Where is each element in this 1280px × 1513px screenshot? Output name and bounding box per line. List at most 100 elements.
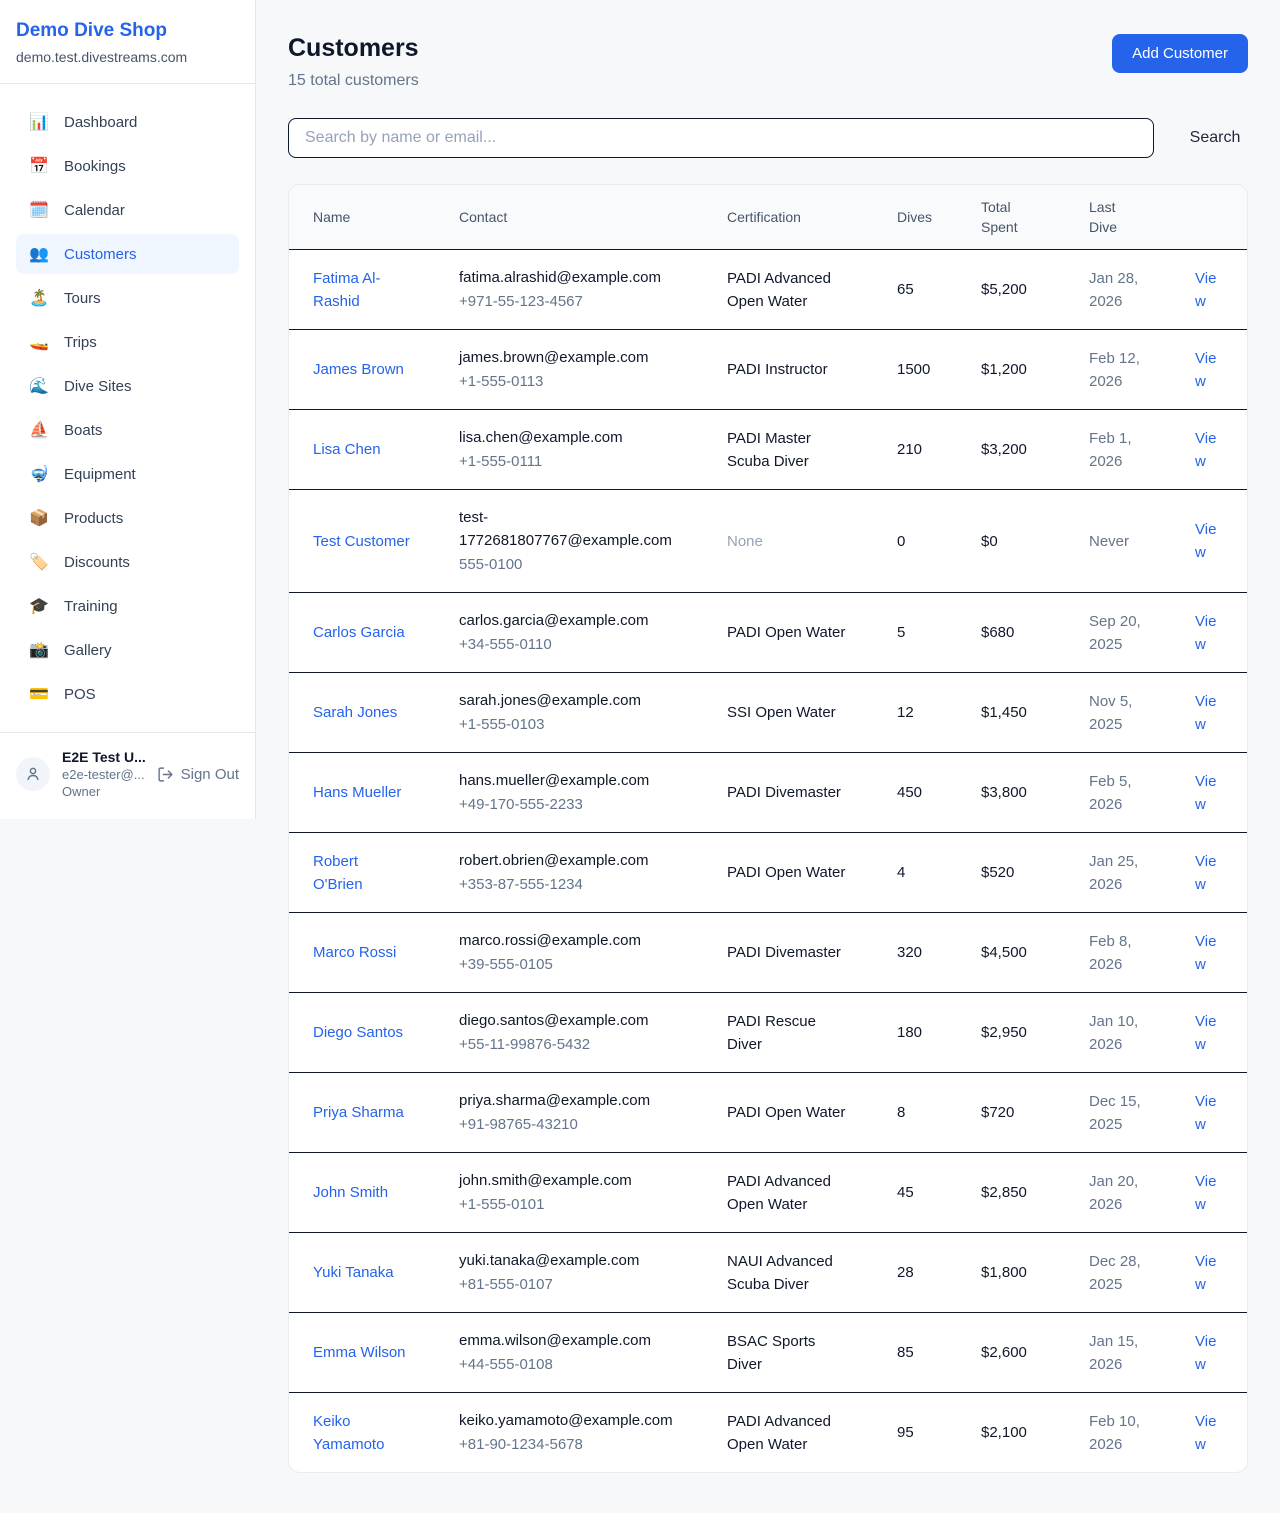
- shop-name: Demo Dive Shop: [16, 20, 239, 42]
- customer-certification: PADI Divemaster: [727, 941, 849, 964]
- sidebar-item-label: Trips: [64, 334, 97, 351]
- sidebar-item-products[interactable]: 📦Products: [16, 498, 239, 538]
- sidebar-item-bookings[interactable]: 📅 Bookings: [16, 146, 239, 186]
- customer-last-dive: Feb 12, 2026: [1065, 330, 1171, 410]
- customer-name-link[interactable]: Lisa Chen: [313, 441, 381, 458]
- customer-dives: 0: [873, 490, 957, 593]
- sidebar-nav: 📊Dashboard 📅 Bookings 🗓️Calendar👥Customers🏝…: [0, 84, 255, 732]
- customer-email: sarah.jones@example.com: [459, 689, 679, 712]
- table-row: Fatima Al-Rashid fatima.alrashid@example.…: [289, 250, 1248, 330]
- customer-last-dive: Dec 15, 2025: [1065, 1073, 1171, 1153]
- search-button[interactable]: Search: [1182, 129, 1248, 147]
- customer-phone: +971-55-123-4567: [459, 290, 679, 313]
- view-customer-link[interactable]: View: [1195, 521, 1216, 561]
- sidebar-item-boats[interactable]: ⛵Boats: [16, 410, 239, 450]
- diving-mask-icon: 🤿: [28, 464, 50, 484]
- sidebar-item-dashboard[interactable]: 📊Dashboard: [16, 102, 239, 142]
- view-customer-link[interactable]: View: [1195, 1333, 1216, 1373]
- sidebar-item-trips[interactable]: 🚤Trips: [16, 322, 239, 362]
- customer-name-link[interactable]: Yuki Tanaka: [313, 1264, 394, 1281]
- customer-dives: 180: [873, 993, 957, 1073]
- customer-name-link[interactable]: Fatima Al-Rashid: [313, 270, 381, 310]
- customer-certification: PADI Advanced Open Water: [727, 267, 849, 313]
- calendar-date-icon: 📅: [28, 156, 50, 176]
- customer-name-link[interactable]: Sarah Jones: [313, 704, 397, 721]
- view-customer-link[interactable]: View: [1195, 270, 1216, 310]
- sidebar-item-discounts[interactable]: 🏷️Discounts: [16, 542, 239, 582]
- sidebar-item-calendar[interactable]: 🗓️Calendar: [16, 190, 239, 230]
- customer-dives: 4: [873, 833, 957, 913]
- customer-name-link[interactable]: Carlos Garcia: [313, 624, 405, 641]
- sidebar-item-gallery[interactable]: 📸Gallery: [16, 630, 239, 670]
- customer-name-link[interactable]: Diego Santos: [313, 1024, 403, 1041]
- view-customer-link[interactable]: View: [1195, 1013, 1216, 1053]
- sidebar-item-tours[interactable]: 🏝️Tours: [16, 278, 239, 318]
- column-header-contact: Contact: [435, 185, 703, 250]
- user-footer: E2E Test U... e2e-tester@... Owner Sign …: [0, 733, 255, 805]
- customer-total-spent: $720: [957, 1073, 1065, 1153]
- customer-name-link[interactable]: Marco Rossi: [313, 944, 396, 961]
- view-customer-link[interactable]: View: [1195, 1173, 1216, 1213]
- search-input[interactable]: [288, 118, 1154, 158]
- logout-icon: [157, 766, 174, 783]
- column-header-last-dive: Last Dive: [1065, 185, 1171, 250]
- view-customer-link[interactable]: View: [1195, 933, 1216, 973]
- add-customer-button[interactable]: Add Customer: [1112, 34, 1248, 73]
- customer-certification: BSAC Sports Diver: [727, 1330, 849, 1376]
- table-row: Robert O'Brienrobert.obrien@example.com+…: [289, 833, 1248, 913]
- view-customer-link[interactable]: View: [1195, 1093, 1216, 1133]
- customer-total-spent: $3,200: [957, 410, 1065, 490]
- customer-phone: +1-555-0101: [459, 1193, 679, 1216]
- customer-name-link[interactable]: Priya Sharma: [313, 1104, 404, 1121]
- table-row: Hans Muellerhans.mueller@example.com+49-…: [289, 753, 1248, 833]
- sidebar-item-pos[interactable]: 💳POS: [16, 674, 239, 714]
- view-customer-link[interactable]: View: [1195, 430, 1216, 470]
- sign-out-button[interactable]: Sign Out: [157, 766, 239, 783]
- customer-dives: 320: [873, 913, 957, 993]
- customer-last-dive: Jan 15, 2026: [1065, 1313, 1171, 1393]
- customer-name-link[interactable]: Test Customer: [313, 533, 410, 550]
- sidebar-item-dive-sites[interactable]: 🌊Dive Sites: [16, 366, 239, 406]
- sidebar-item-customers[interactable]: 👥Customers: [16, 234, 239, 274]
- sidebar-item-label: Dashboard: [64, 114, 137, 131]
- table-row: Yuki Tanakayuki.tanaka@example.com+81-55…: [289, 1233, 1248, 1313]
- table-row: Test Customertest-1772681807767@example.…: [289, 490, 1248, 593]
- customer-name-link[interactable]: James Brown: [313, 361, 404, 378]
- customer-last-dive: Feb 8, 2026: [1065, 913, 1171, 993]
- view-customer-link[interactable]: View: [1195, 693, 1216, 733]
- view-customer-link[interactable]: View: [1195, 613, 1216, 653]
- view-customer-link[interactable]: View: [1195, 350, 1216, 390]
- sidebar-item-label: Training: [64, 598, 118, 615]
- sidebar-item-label: Boats: [64, 422, 102, 439]
- customer-email: fatima.alrashid@example.com: [459, 266, 679, 289]
- page-header: Customers 15 total customers Add Custome…: [288, 34, 1248, 90]
- table-row: James Brownjames.brown@example.com+1-555…: [289, 330, 1248, 410]
- customer-certification: None: [727, 530, 849, 553]
- customer-certification: PADI Advanced Open Water: [727, 1170, 849, 1216]
- customer-email: emma.wilson@example.com: [459, 1329, 679, 1352]
- customer-name-link[interactable]: Keiko Yamamoto: [313, 1413, 384, 1453]
- view-customer-link[interactable]: View: [1195, 853, 1216, 893]
- sidebar-item-label: Customers: [64, 246, 137, 263]
- customer-dives: 1500: [873, 330, 957, 410]
- customer-name-link[interactable]: Robert O'Brien: [313, 853, 363, 893]
- sidebar-item-label: Bookings: [64, 158, 126, 175]
- sidebar-item-label: Tours: [64, 290, 101, 307]
- sidebar-item-training[interactable]: 🎓Training: [16, 586, 239, 626]
- customer-phone: +49-170-555-2233: [459, 793, 679, 816]
- view-customer-link[interactable]: View: [1195, 1253, 1216, 1293]
- view-customer-link[interactable]: View: [1195, 773, 1216, 813]
- view-customer-link[interactable]: View: [1195, 1413, 1216, 1453]
- package-icon: 📦: [28, 508, 50, 528]
- customer-name-link[interactable]: Hans Mueller: [313, 784, 401, 801]
- table-row: Sarah Jonessarah.jones@example.com+1-555…: [289, 673, 1248, 753]
- customer-last-dive: Feb 1, 2026: [1065, 410, 1171, 490]
- table-body: Fatima Al-Rashid fatima.alrashid@example.…: [289, 250, 1248, 1473]
- customer-name-link[interactable]: Emma Wilson: [313, 1344, 406, 1361]
- sidebar-item-equipment[interactable]: 🤿Equipment: [16, 454, 239, 494]
- customer-name-link[interactable]: John Smith: [313, 1184, 388, 1201]
- customer-email: marco.rossi@example.com: [459, 929, 679, 952]
- customer-email: robert.obrien@example.com: [459, 849, 679, 872]
- customer-dives: 8: [873, 1073, 957, 1153]
- customer-email: carlos.garcia@example.com: [459, 609, 679, 632]
